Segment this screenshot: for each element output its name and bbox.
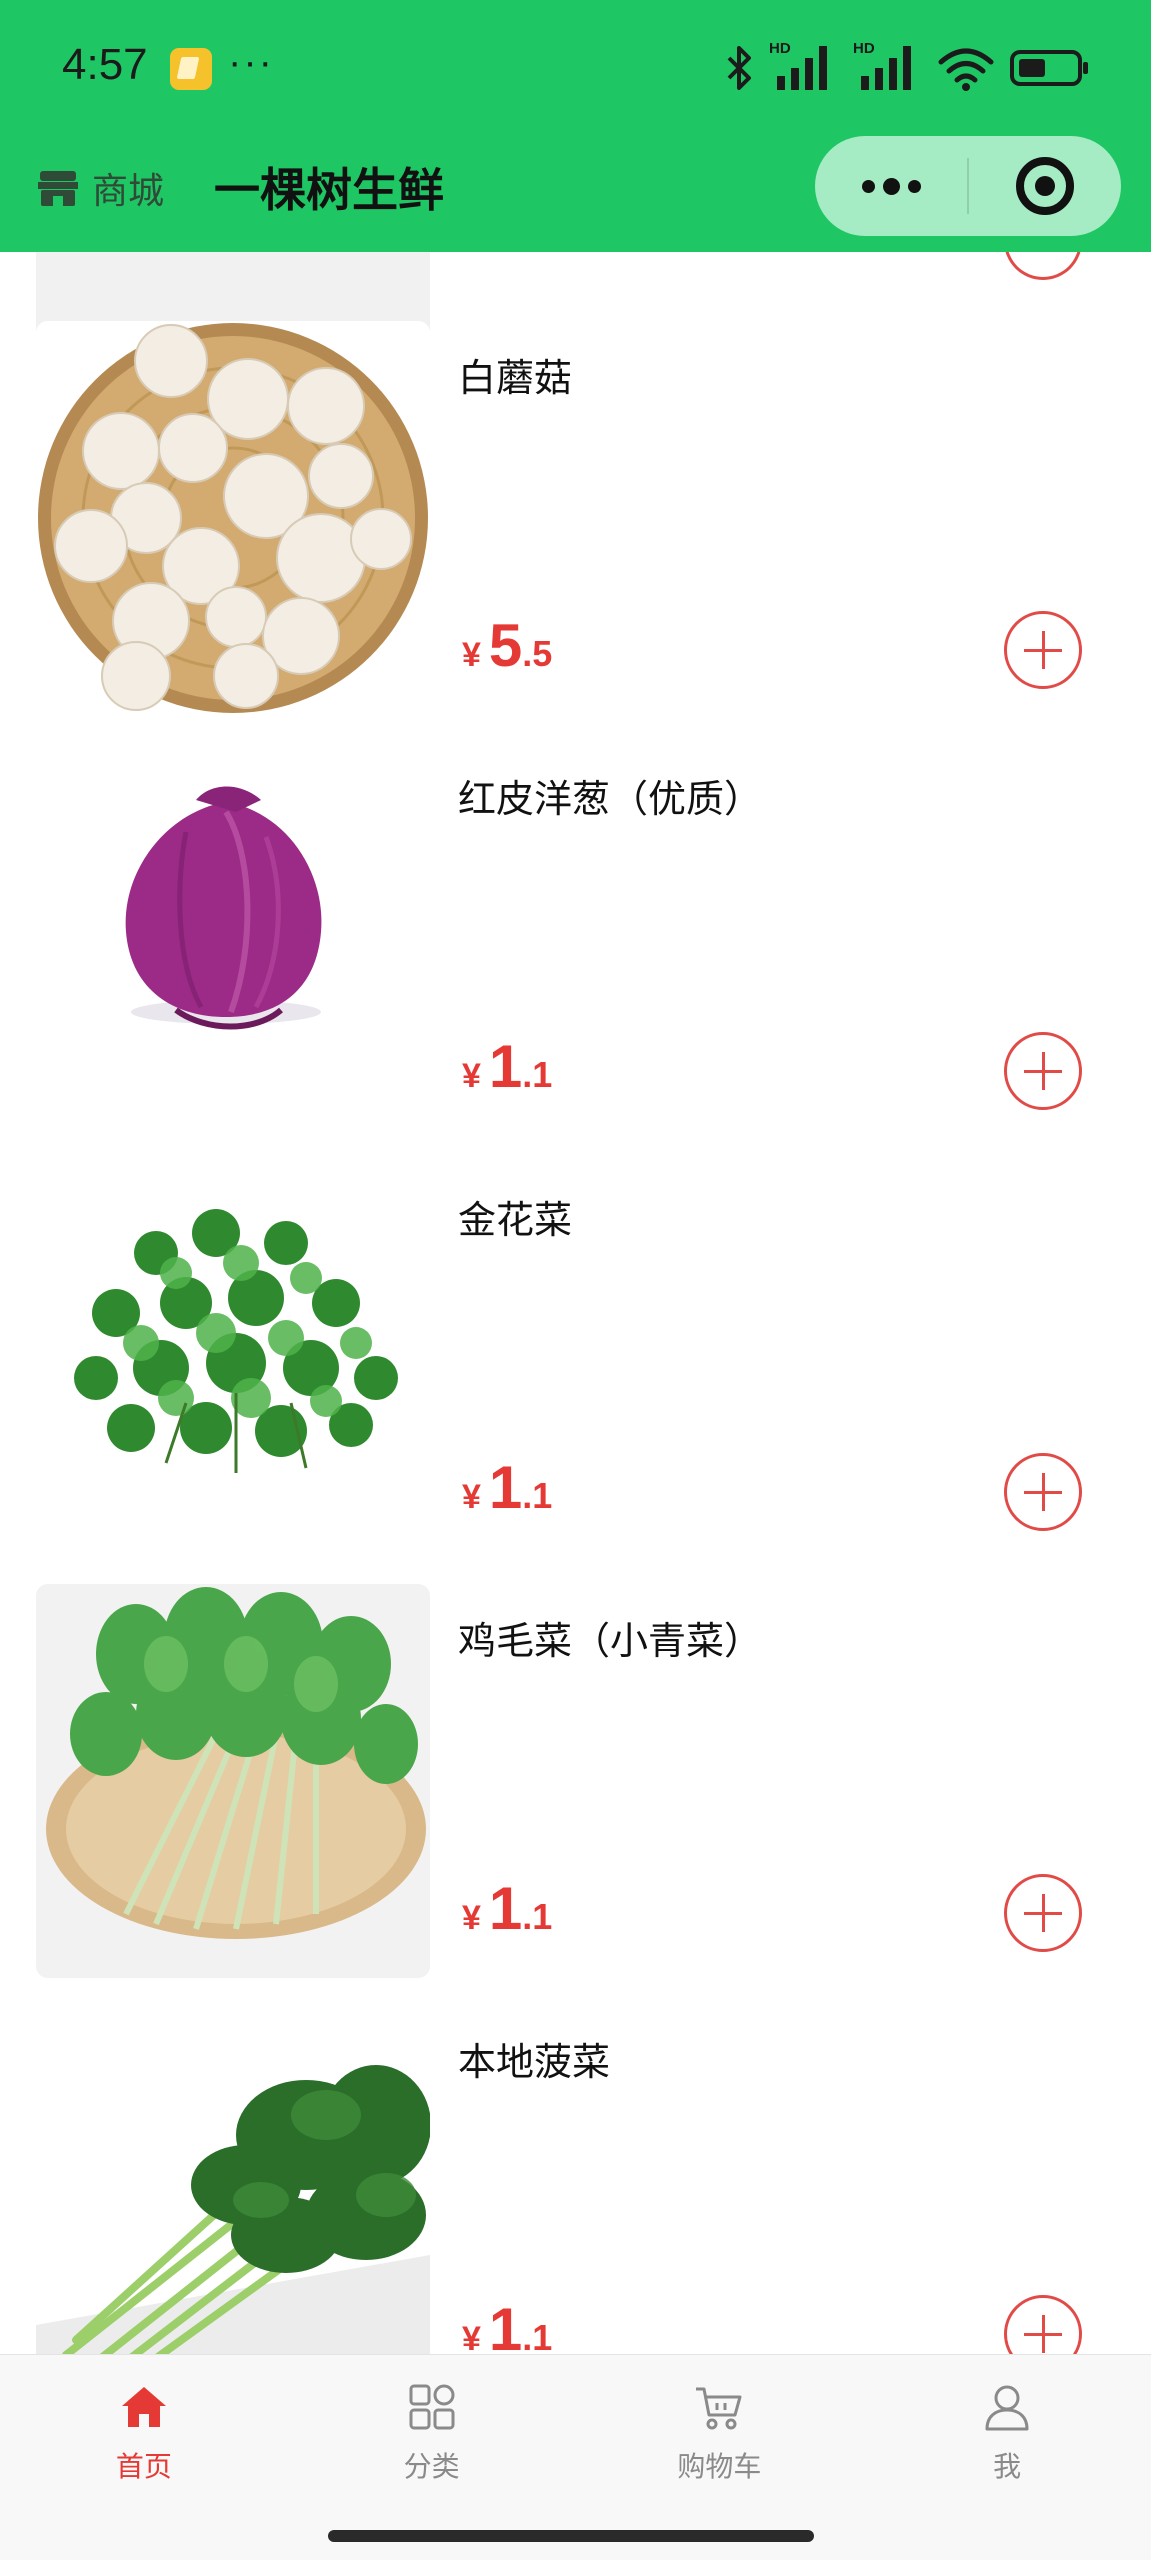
- price-integer: 5: [488, 612, 523, 679]
- product-item[interactable]: 金花菜 ¥ 1 .1: [0, 1163, 1151, 1584]
- more-icon[interactable]: [815, 136, 967, 236]
- status-more-dots: ···: [228, 40, 274, 84]
- product-image: [36, 1584, 430, 1978]
- tab-label: 我: [993, 2450, 1022, 2483]
- tab-me[interactable]: 我: [863, 2355, 1151, 2504]
- status-time: 4:57: [62, 40, 148, 89]
- price-symbol: ¥: [462, 2320, 481, 2354]
- product-image: [36, 742, 430, 1136]
- product-price: ¥ 1 .1: [462, 1453, 552, 1522]
- product-price: ¥ 1 .1: [462, 1874, 552, 1943]
- price-symbol: ¥: [462, 1899, 481, 1937]
- miniprogram-capsule: [815, 136, 1121, 236]
- user-icon: [979, 2379, 1035, 2435]
- price-integer: 1: [488, 2296, 523, 2354]
- price-symbol: ¥: [462, 1057, 481, 1095]
- close-miniprogram-button[interactable]: [969, 136, 1121, 236]
- battery-icon: [1010, 50, 1088, 86]
- bottom-tab-bar: 首页 分类 购物车 我: [0, 2354, 1151, 2504]
- product-name[interactable]: 白蘑菇: [458, 347, 572, 402]
- product-price: ¥ 1 .1: [462, 2295, 552, 2354]
- product-image: [36, 321, 430, 715]
- product-list[interactable]: 白蘑菇 ¥ 5 .5 红皮洋葱（优质） ¥ 1 .1 金花菜 ¥ 1 .1 鸡毛…: [0, 252, 1151, 2354]
- product-image: [36, 2005, 430, 2354]
- home-indicator[interactable]: [328, 2530, 814, 2542]
- top-header: 4:57 ··· HD HD 商城 一棵树生鲜: [0, 0, 1151, 252]
- product-item[interactable]: 红皮洋葱（优质） ¥ 1 .1: [0, 742, 1151, 1163]
- status-bar: 4:57 ··· HD HD: [0, 0, 1151, 136]
- add-to-cart-button[interactable]: [1004, 1032, 1082, 1110]
- white-mushroom-image: [36, 321, 430, 715]
- price-decimal: .1: [522, 1475, 553, 1516]
- spinach-image: [36, 2005, 430, 2354]
- tab-label: 分类: [403, 2450, 460, 2483]
- product-item[interactable]: 本地菠菜 ¥ 1 .1: [0, 2005, 1151, 2354]
- wifi-icon: [938, 48, 994, 91]
- product-name[interactable]: 本地菠菜: [458, 2031, 610, 2086]
- price-integer: 1: [488, 1033, 523, 1100]
- tab-category[interactable]: 分类: [288, 2355, 576, 2504]
- price-decimal: .1: [522, 1896, 553, 1937]
- red-onion-image: [36, 742, 430, 1136]
- store-icon: [38, 171, 78, 206]
- cart-icon: [691, 2379, 747, 2435]
- price-decimal: .5: [522, 633, 553, 674]
- status-indicators: HD HD: [725, 40, 1091, 96]
- app-notification-icon: [170, 48, 212, 90]
- price-integer: 1: [488, 1875, 523, 1942]
- baby-bok-choy-image: [36, 1584, 430, 1978]
- clover-greens-image: [36, 1163, 430, 1557]
- price-integer: 1: [488, 1454, 523, 1521]
- nav-bar: 商城 一棵树生鲜: [0, 136, 1151, 252]
- product-name[interactable]: 红皮洋葱（优质）: [458, 768, 762, 823]
- add-to-cart-button[interactable]: [1004, 611, 1082, 689]
- signal-icon: HD: [769, 40, 839, 96]
- product-image: [36, 1163, 430, 1557]
- product-item[interactable]: 白蘑菇 ¥ 5 .5: [0, 321, 1151, 742]
- nav-home-label: 商城: [92, 171, 165, 212]
- price-decimal: .1: [522, 2317, 553, 2354]
- price-symbol: ¥: [462, 1478, 481, 1516]
- add-to-cart-button[interactable]: [1004, 1874, 1082, 1952]
- tab-label: 首页: [115, 2450, 172, 2483]
- add-to-cart-button[interactable]: [1004, 2295, 1082, 2354]
- page-title: 一棵树生鲜: [214, 163, 444, 217]
- tab-cart[interactable]: 购物车: [576, 2355, 864, 2504]
- partial-add-to-cart-button[interactable]: [1004, 252, 1082, 280]
- add-to-cart-button[interactable]: [1004, 1453, 1082, 1531]
- tab-label: 购物车: [677, 2450, 762, 2483]
- price-symbol: ¥: [462, 636, 481, 674]
- product-price: ¥ 5 .5: [462, 611, 552, 680]
- price-decimal: .1: [522, 1054, 553, 1095]
- close-miniprogram-icon: [1016, 157, 1074, 215]
- bluetooth-icon: [727, 46, 751, 90]
- home-icon: [116, 2379, 172, 2435]
- signal-icon-2: HD: [853, 40, 923, 96]
- category-icon: [404, 2379, 460, 2435]
- product-price: ¥ 1 .1: [462, 1032, 552, 1101]
- home-indicator-area: [0, 2504, 1151, 2560]
- product-name[interactable]: 鸡毛菜（小青菜）: [458, 1610, 762, 1665]
- nav-home-button[interactable]: 商城: [36, 156, 164, 220]
- tab-home[interactable]: 首页: [0, 2355, 288, 2504]
- product-name[interactable]: 金花菜: [458, 1189, 572, 1244]
- product-item[interactable]: 鸡毛菜（小青菜） ¥ 1 .1: [0, 1584, 1151, 2005]
